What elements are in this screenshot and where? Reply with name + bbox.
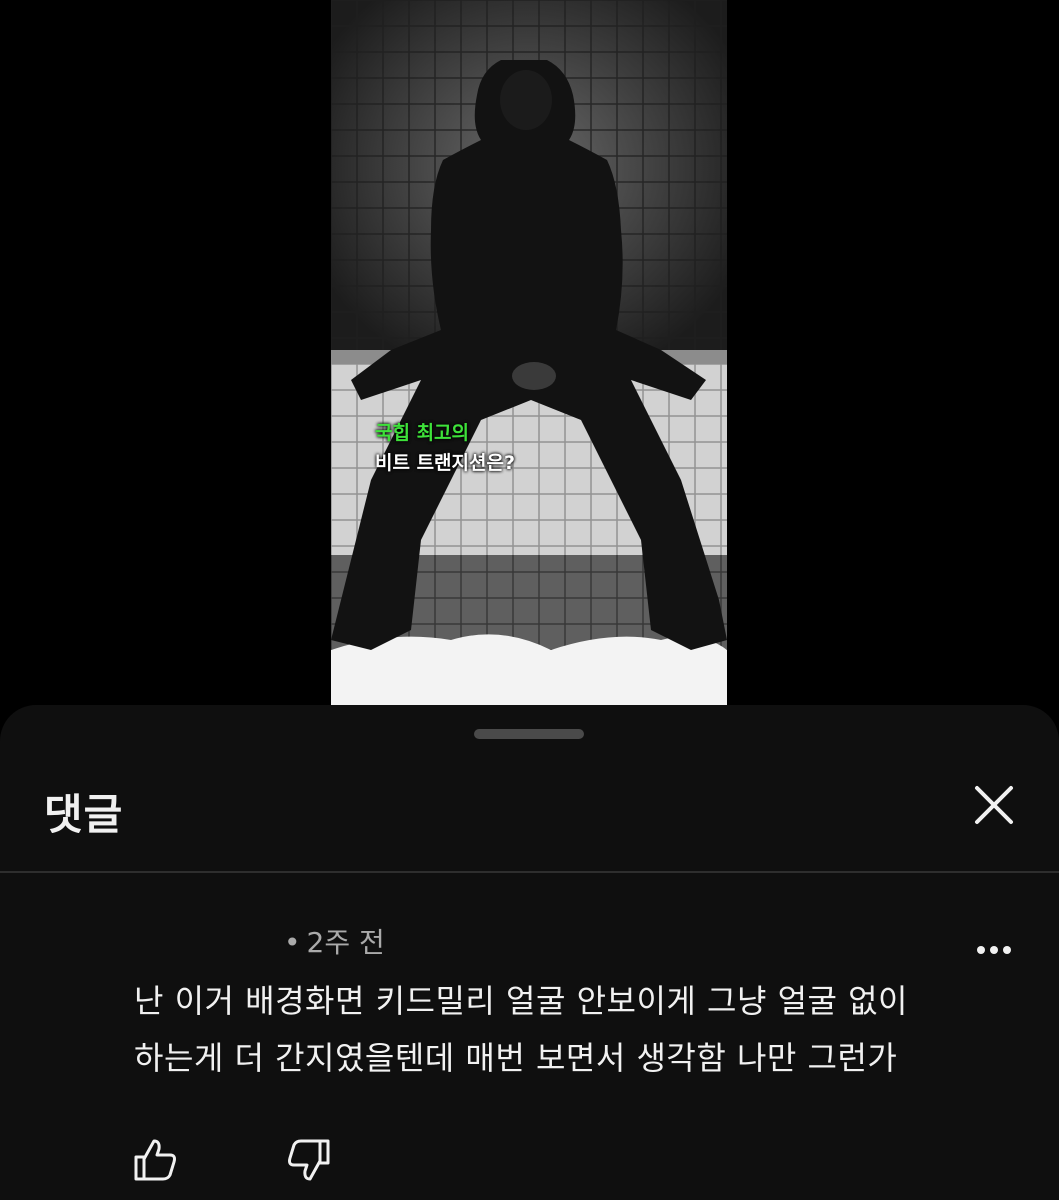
video-caption: 국힙 최고의 비트 트랜지션은?	[375, 418, 515, 478]
more-vert-icon	[977, 946, 1011, 954]
comment-text: 난 이거 배경화면 키드밀리 얼굴 안보이게 그냥 얼굴 없이 하는게 더 간지…	[134, 973, 1014, 1087]
video-player[interactable]: 국힙 최고의 비트 트랜지션은?	[331, 0, 727, 705]
video-frame-image	[331, 0, 727, 705]
comment-more-button[interactable]	[970, 935, 1018, 965]
comment-meta: • 2주 전	[284, 921, 385, 961]
sheet-title: 댓글	[44, 790, 124, 839]
close-icon	[975, 786, 1013, 824]
drag-handle[interactable]	[474, 729, 584, 739]
close-button[interactable]	[968, 779, 1020, 831]
dislike-button[interactable]	[284, 1135, 334, 1185]
comments-sheet: 댓글 • 2주 전 난 이거 배경화면 키드밀리 얼굴 안보이게 그냥 얼굴 없이…	[0, 705, 1059, 1200]
comment-timestamp: 2주 전	[306, 926, 385, 959]
caption-highlight-line: 국힙 최고의	[375, 422, 470, 444]
thumbs-up-icon	[134, 1139, 176, 1181]
caption-line: 비트 트랜지션은?	[375, 452, 515, 474]
thumbs-down-icon	[288, 1139, 330, 1181]
meta-dot: •	[284, 926, 301, 959]
like-button[interactable]	[130, 1135, 180, 1185]
comment-text-line: 하는게 더 간지였을텐데 매번 보면서 생각함 나만 그런가	[134, 1039, 898, 1077]
comment-item: • 2주 전 난 이거 배경화면 키드밀리 얼굴 안보이게 그냥 얼굴 없이 하는…	[0, 873, 1059, 1200]
comment-text-line: 난 이거 배경화면 키드밀리 얼굴 안보이게 그냥 얼굴 없이	[134, 982, 908, 1020]
